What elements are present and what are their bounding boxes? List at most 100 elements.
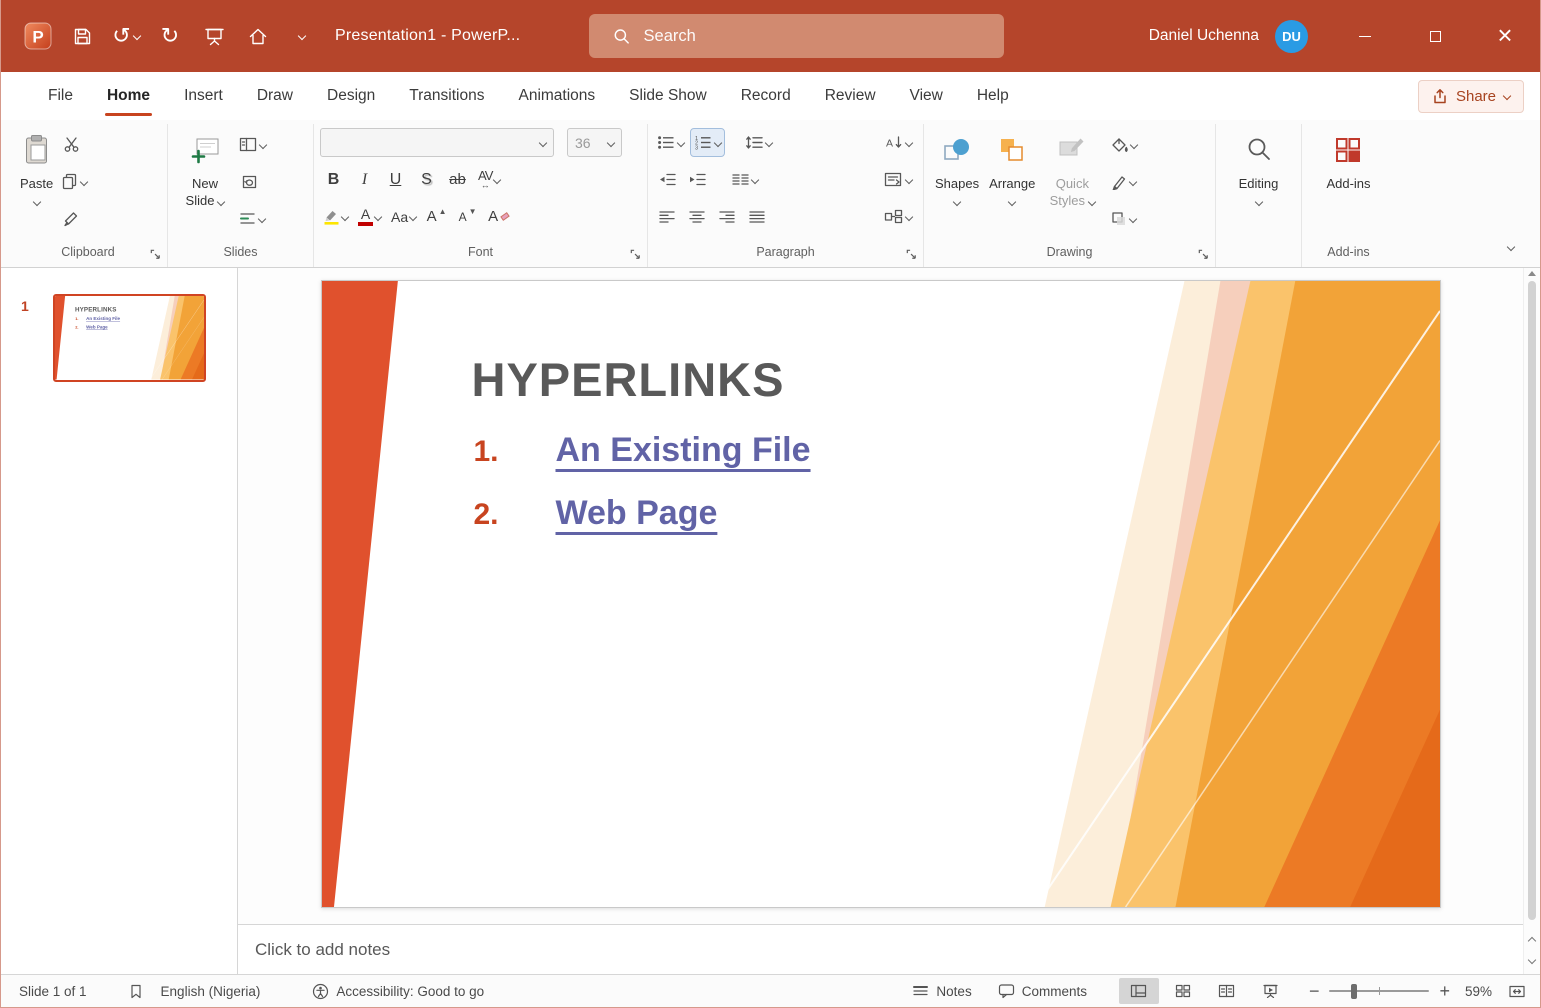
- highlight-dropdown-icon[interactable]: [340, 212, 350, 221]
- numbering-dropdown-icon[interactable]: [713, 138, 723, 147]
- tab-file[interactable]: File: [31, 72, 90, 120]
- clear-formatting-button[interactable]: A: [485, 203, 512, 231]
- scroll-up-icon[interactable]: [1528, 271, 1536, 276]
- bullets-button[interactable]: [654, 129, 687, 156]
- shapes-dropdown-icon[interactable]: [952, 197, 962, 207]
- share-button[interactable]: Share: [1417, 79, 1524, 113]
- tab-animations[interactable]: Animations: [501, 72, 612, 120]
- font-size-combo[interactable]: 36: [567, 128, 622, 157]
- vertical-scrollbar[interactable]: [1523, 268, 1540, 974]
- new-slide-button[interactable]: New Slide: [174, 124, 236, 238]
- hyperlink-existing-file[interactable]: An Existing File: [556, 431, 811, 470]
- tab-insert[interactable]: Insert: [167, 72, 240, 120]
- proofing-status-button[interactable]: [123, 975, 149, 1007]
- numbering-button[interactable]: 123: [690, 128, 725, 157]
- section-button[interactable]: [236, 205, 268, 232]
- shape-effects-button[interactable]: [1108, 205, 1139, 232]
- increase-indent-button[interactable]: [684, 166, 710, 193]
- decrease-indent-button[interactable]: [654, 166, 680, 193]
- undo-dropdown-icon[interactable]: [132, 31, 141, 41]
- strikethrough-button[interactable]: ab: [444, 166, 471, 194]
- notes-pane[interactable]: Click to add notes: [238, 924, 1523, 974]
- section-dropdown-icon[interactable]: [257, 214, 267, 223]
- paste-button[interactable]: Paste: [15, 124, 58, 238]
- share-dropdown-icon[interactable]: [1502, 91, 1512, 101]
- columns-dropdown-icon[interactable]: [750, 175, 760, 184]
- slide[interactable]: HYPERLINKS 1. An Existing File 2. Web Pa…: [320, 280, 1441, 908]
- language-button[interactable]: English (Nigeria): [155, 975, 267, 1007]
- collapse-ribbon-button[interactable]: [1500, 236, 1522, 258]
- paragraph-dialog-launcher[interactable]: [905, 248, 919, 262]
- normal-view-button[interactable]: [1118, 978, 1159, 1004]
- clipboard-dialog-launcher[interactable]: [149, 248, 163, 262]
- sort-text-dropdown-icon[interactable]: [904, 138, 914, 147]
- tab-home[interactable]: Home: [90, 72, 167, 120]
- zoom-slider[interactable]: [1329, 983, 1430, 999]
- tab-record[interactable]: Record: [724, 72, 808, 120]
- align-center-button[interactable]: [684, 203, 710, 230]
- smartart-dropdown-icon[interactable]: [904, 212, 914, 221]
- line-spacing-button[interactable]: [742, 129, 775, 156]
- editing-button[interactable]: Editing: [1234, 124, 1284, 238]
- tab-transitions[interactable]: Transitions: [392, 72, 501, 120]
- underline-button[interactable]: U: [382, 166, 409, 194]
- bullets-dropdown-icon[interactable]: [676, 138, 686, 147]
- tab-review[interactable]: Review: [808, 72, 893, 120]
- comments-button[interactable]: Comments: [992, 975, 1093, 1007]
- drawing-dialog-launcher[interactable]: [1197, 248, 1211, 262]
- bold-button[interactable]: B: [320, 166, 347, 194]
- copy-button[interactable]: [58, 168, 90, 195]
- font-name-combo[interactable]: [320, 128, 554, 157]
- slide-sorter-view-button[interactable]: [1163, 978, 1203, 1004]
- shape-outline-button[interactable]: [1108, 168, 1139, 195]
- align-right-button[interactable]: [714, 203, 740, 230]
- slide-editor-canvas[interactable]: HYPERLINKS 1. An Existing File 2. Web Pa…: [238, 268, 1523, 924]
- character-spacing-dropdown-icon[interactable]: [493, 175, 502, 184]
- columns-button[interactable]: [728, 166, 761, 193]
- font-color-button[interactable]: A: [355, 203, 384, 231]
- close-button[interactable]: ×: [1470, 0, 1540, 72]
- save-button[interactable]: [63, 17, 101, 55]
- text-direction-dropdown-icon[interactable]: [904, 175, 914, 184]
- font-name-dropdown-icon[interactable]: [538, 138, 548, 147]
- convert-to-smartart-button[interactable]: [881, 203, 915, 230]
- fit-slide-to-window-button[interactable]: [1502, 975, 1528, 1007]
- powerpoint-logo-icon[interactable]: P: [19, 17, 57, 55]
- cut-button[interactable]: [58, 131, 84, 158]
- minimize-button[interactable]: [1330, 0, 1400, 72]
- maximize-button[interactable]: [1400, 0, 1470, 72]
- new-slide-dropdown-icon[interactable]: [217, 197, 226, 207]
- sort-text-button[interactable]: A: [882, 129, 915, 156]
- paste-dropdown-icon[interactable]: [32, 197, 41, 207]
- search-box[interactable]: [589, 14, 1004, 58]
- home-button[interactable]: [239, 17, 277, 55]
- shape-fill-button[interactable]: [1108, 131, 1140, 158]
- zoom-slider-thumb[interactable]: [1351, 983, 1358, 999]
- layout-button[interactable]: [236, 131, 269, 158]
- editing-dropdown-icon[interactable]: [1254, 197, 1263, 207]
- tab-help[interactable]: Help: [960, 72, 1026, 120]
- grow-font-button[interactable]: A ▲: [423, 203, 450, 231]
- shape-fill-dropdown-icon[interactable]: [1130, 140, 1139, 149]
- justify-button[interactable]: [744, 203, 770, 230]
- addins-button[interactable]: Add-ins: [1321, 124, 1375, 238]
- font-color-dropdown-icon[interactable]: [373, 212, 383, 221]
- zoom-in-button[interactable]: +: [1439, 982, 1450, 1000]
- shape-outline-dropdown-icon[interactable]: [1129, 177, 1138, 186]
- tab-view[interactable]: View: [893, 72, 960, 120]
- italic-button[interactable]: I: [351, 166, 378, 194]
- font-dialog-launcher[interactable]: [629, 248, 643, 262]
- align-left-button[interactable]: [654, 203, 680, 230]
- reading-view-button[interactable]: [1207, 978, 1247, 1004]
- shapes-button[interactable]: Shapes: [930, 124, 984, 238]
- next-slide-button[interactable]: [1524, 950, 1540, 972]
- start-from-beginning-button[interactable]: [195, 17, 233, 55]
- shrink-font-button[interactable]: A ▼: [454, 203, 481, 231]
- slide-body-textbox[interactable]: 1. An Existing File 2. Web Page: [474, 431, 811, 538]
- copy-dropdown-icon[interactable]: [80, 177, 89, 186]
- slide-title-textbox[interactable]: HYPERLINKS: [472, 353, 785, 407]
- reset-button[interactable]: [236, 168, 262, 195]
- text-shadow-button[interactable]: S: [413, 166, 440, 194]
- change-case-button[interactable]: Aa: [388, 203, 419, 231]
- tab-draw[interactable]: Draw: [240, 72, 310, 120]
